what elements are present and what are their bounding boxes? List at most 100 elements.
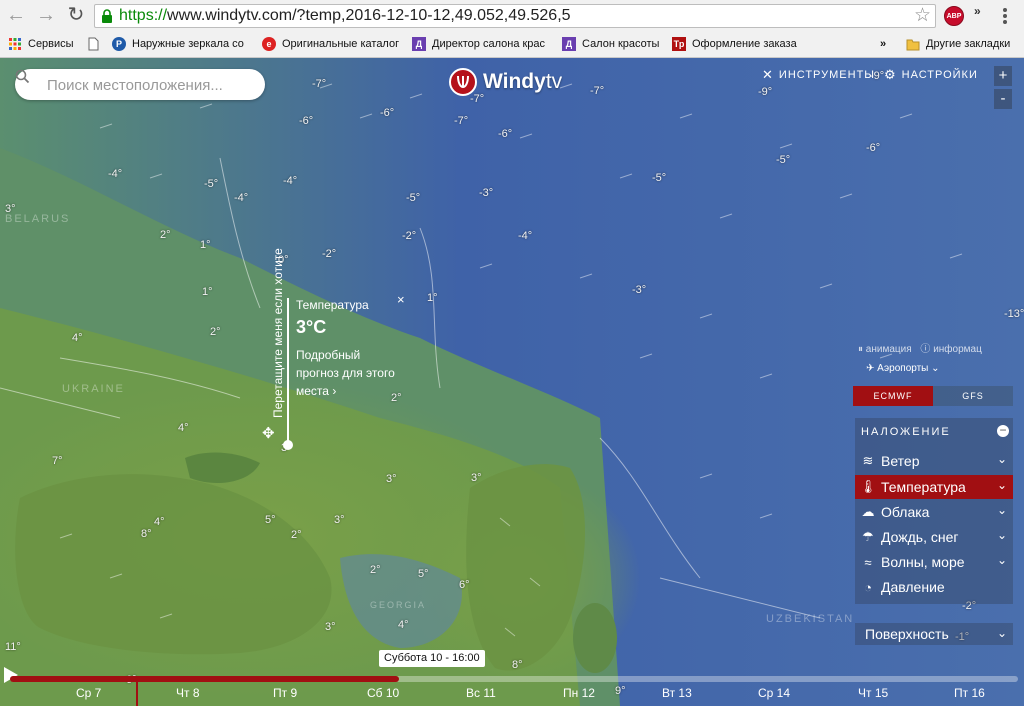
bookmark-label: Салон красоты	[582, 38, 660, 50]
lock-icon	[102, 9, 112, 23]
bookmark-star-icon[interactable]: ☆	[914, 5, 931, 27]
overlay-item-label: Волны, море	[881, 554, 965, 570]
overlay-item-clouds[interactable]: ☁ Облака ⌄	[855, 500, 1013, 524]
temp-label: -4°	[234, 192, 249, 204]
temp-label: 7°	[52, 455, 63, 467]
address-bar[interactable]: https://www.windytv.com/?temp,2016-12-10…	[94, 4, 936, 28]
location-search[interactable]	[15, 69, 265, 100]
gauge-icon: ◔	[864, 579, 872, 595]
chevron-down-icon: ⌄	[996, 626, 1007, 640]
country-label: UZBEKISTAN	[766, 613, 855, 625]
temp-label: 2°	[370, 564, 381, 576]
timeline-day[interactable]: Чт 8	[176, 686, 200, 700]
bookmarks-overflow-icon[interactable]: »	[880, 35, 894, 53]
map-background	[0, 58, 1024, 706]
windy-logo[interactable]: Windytv	[449, 67, 562, 97]
back-icon[interactable]: ←	[4, 4, 28, 28]
reload-icon[interactable]: ↻	[64, 4, 88, 28]
url-scheme: https://	[119, 7, 168, 24]
overlay-item-label: Облака	[881, 504, 930, 520]
timeline-day[interactable]: Пн 12	[563, 686, 595, 700]
timeline-day[interactable]: Ср 14	[758, 686, 790, 700]
chevron-down-icon[interactable]: ⌄	[997, 528, 1007, 542]
temp-label: -7°	[590, 85, 605, 97]
browser-menu-icon[interactable]	[996, 6, 1014, 26]
zoom-out-button[interactable]: -	[994, 89, 1012, 109]
timeline-day[interactable]: Вт 13	[662, 686, 692, 700]
bookmark-other[interactable]: Другие закладки	[906, 35, 1022, 53]
model-ecmwf-button[interactable]: ECMWF	[853, 386, 933, 406]
temp-label: -3°	[479, 187, 494, 199]
temp-label: -5°	[406, 192, 421, 204]
chevron-down-icon[interactable]: ⌄	[997, 452, 1007, 466]
temp-label: 4°	[398, 619, 409, 631]
timeline-day[interactable]: Пт 16	[954, 686, 985, 700]
chevron-down-icon: ⌄	[931, 363, 940, 374]
tools-menu[interactable]: ✕ ИНСТРУМЕНТЫ	[762, 67, 875, 83]
overlay-item-label: Температура	[881, 479, 966, 495]
animation-toggle[interactable]: анимация	[866, 344, 912, 355]
picker-anchor[interactable]	[283, 440, 293, 450]
overlay-item-label: Давление	[881, 579, 945, 595]
move-icon[interactable]: ✥	[262, 424, 275, 442]
timeline-day[interactable]: Ср 7	[76, 686, 101, 700]
bookmark-director[interactable]: Д Директор салона крас	[412, 35, 552, 53]
browser-toolbar: ← → ↻ https://www.windytv.com/?temp,2016…	[0, 0, 1024, 32]
chevron-down-icon[interactable]: ⌄	[997, 503, 1007, 517]
search-input[interactable]	[47, 75, 257, 95]
bookmark-page[interactable]	[86, 35, 104, 53]
rain-icon: ☂	[862, 529, 874, 544]
bookmark-apps[interactable]: Сервисы	[8, 35, 78, 53]
bookmark-salon[interactable]: Д Салон красоты	[562, 35, 666, 53]
model-gfs-button[interactable]: GFS	[933, 386, 1013, 406]
logo-name: Windy	[483, 70, 546, 93]
url-text[interactable]: https://www.windytv.com/?temp,2016-12-10…	[119, 7, 571, 25]
timeline-day[interactable]: Пт 9	[273, 686, 297, 700]
chevron-right-icon: ›	[332, 384, 337, 398]
overlay-item-rain[interactable]: ☂ Дождь, снег ⌄	[855, 525, 1013, 549]
overlay-item-waves[interactable]: ≈ Волны, море ⌄	[855, 550, 1013, 574]
bookmark-order[interactable]: Тр Оформление заказа	[672, 35, 802, 53]
logo-suffix: tv	[545, 70, 563, 93]
page-icon	[88, 37, 99, 51]
plane-icon: ✈	[866, 363, 875, 374]
timeline[interactable]: Суббота 10 - 16:00 Ср 7 Чт 8 Пт 9 Сб 10 …	[0, 650, 1024, 706]
timeline-day[interactable]: Вс 11	[466, 686, 496, 700]
zoom-in-button[interactable]: +	[994, 66, 1012, 86]
bookmark-catalogs[interactable]: e Оригинальные каталог	[262, 35, 404, 53]
collapse-icon[interactable]: −	[997, 424, 1009, 437]
timeline-day[interactable]: Сб 10	[367, 686, 399, 700]
chevron-down-icon[interactable]: ⌄	[997, 553, 1007, 567]
overlay-heading: НАЛОЖЕНИЕ	[861, 426, 951, 438]
temp-label: 3°	[471, 472, 482, 484]
surface-selector[interactable]: Поверхность ⌄	[855, 623, 1013, 645]
bookmark-mirrors[interactable]: P Наружные зеркала со	[112, 35, 252, 53]
overlay-item-wind[interactable]: ≋ Ветер ⌄	[855, 449, 1013, 473]
temp-label: 5°	[418, 568, 429, 580]
forecast-link[interactable]: Подробный прогноз для этого места ›	[296, 346, 426, 400]
airports-toggle[interactable]: ✈ Аэропорты ⌄	[866, 363, 940, 374]
forward-icon[interactable]: →	[34, 4, 58, 28]
temp-label: -4°	[108, 168, 123, 180]
waves-icon: ≈	[864, 554, 872, 570]
timeline-progress	[10, 676, 399, 682]
weather-map[interactable]: BELARUS UKRAINE GEORGIA UZBEKISTAN -7° -…	[0, 58, 1024, 706]
info-toggle[interactable]: информац	[933, 344, 982, 355]
tools-label: ИНСТРУМЕНТЫ	[778, 69, 876, 81]
overlay-item-temperature[interactable]: 🌡 Температура ⌄	[855, 475, 1013, 499]
temp-label: 11°	[5, 641, 21, 653]
pause-icon: ⏸	[858, 344, 863, 355]
temp-label: 4°	[154, 516, 165, 528]
settings-menu[interactable]: ⚙ НАСТРОЙКИ	[884, 67, 978, 83]
bookmark-label: Сервисы	[28, 38, 74, 50]
timeline-now-marker	[136, 682, 138, 706]
adblock-icon[interactable]: ABP	[944, 6, 964, 26]
play-icon[interactable]	[0, 665, 20, 685]
chevron-down-icon[interactable]: ⌄	[997, 478, 1007, 492]
drag-hint: Перетащите меня если хотите	[271, 248, 285, 418]
timeline-day[interactable]: Чт 15	[858, 686, 888, 700]
picker-popup: Температура 3°C Подробный прогноз для эт…	[296, 298, 426, 400]
settings-label: НАСТРОЙКИ	[901, 69, 978, 81]
overlay-item-pressure[interactable]: ◔ Давление	[855, 575, 1013, 599]
extensions-more-icon[interactable]: »	[974, 4, 981, 18]
